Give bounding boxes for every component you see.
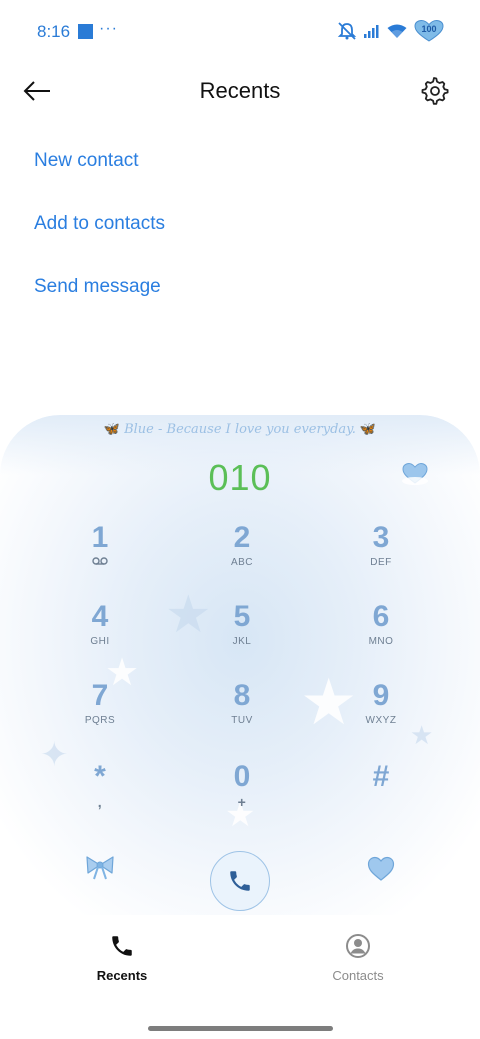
key-6[interactable]: 6 MNO [321,599,441,649]
key-letters: WXYZ [365,715,397,726]
key-letters: MNO [368,636,394,647]
key-digit: 6 [372,600,390,633]
bow-icon[interactable] [84,853,116,881]
banner-text: Blue - Because I love you everyday. [124,422,356,437]
call-button[interactable] [210,851,270,911]
key-letters: GHI [90,636,110,647]
key-5[interactable]: 5 JKL [182,599,302,649]
banner: 🦋 Blue - Because I love you everyday. 🦋 [0,422,480,437]
nav-contacts-tab[interactable]: Contacts [298,933,418,983]
key-digit: 2 [233,521,251,554]
butterfly-icon: 🦋 [103,422,121,437]
key-digit: 5 [233,600,251,633]
phone-icon [230,871,250,891]
phone-icon [112,936,132,956]
signal-icon [364,25,379,38]
key-hash[interactable]: # [321,759,441,795]
heart-cloud-icon[interactable] [400,461,430,487]
battery-heart-icon: 100 [414,19,444,42]
person-circle-icon [346,934,370,958]
key-9[interactable]: 9 WXYZ [321,678,441,728]
status-bar: 8:16 ··· 100 [0,0,480,64]
key-letters: PQRS [84,715,116,726]
new-contact-link[interactable]: New contact [34,150,139,172]
key-0[interactable]: 0 + [182,759,302,809]
nav-recents-label: Recents [96,968,148,983]
key-1[interactable]: 1 [40,520,160,571]
butterfly-icon: 🦋 [359,422,377,437]
home-indicator[interactable] [148,1026,333,1031]
header: Recents [0,64,480,120]
key-digit: 0 [233,760,251,793]
key-digit: 7 [91,679,109,712]
add-to-contacts-link[interactable]: Add to contacts [34,213,165,235]
heart-icon[interactable] [367,856,395,882]
key-8[interactable]: 8 TUV [182,678,302,728]
key-7[interactable]: 7 PQRS [40,678,160,728]
wifi-icon [387,24,407,38]
gear-icon [421,77,449,105]
key-digit: 1 [91,521,109,554]
key-digit: 4 [91,600,109,633]
key-3[interactable]: 3 DEF [321,520,441,570]
more-notifications-icon: ··· [99,20,118,37]
status-icons: 100 [337,19,444,42]
key-digit: 9 [372,679,390,712]
battery-level: 100 [421,24,437,34]
settings-button[interactable] [420,76,450,106]
key-digit: * [94,760,106,793]
key-star[interactable]: * , [40,759,160,809]
dialer-panel: ★ ★ ★ ★ ★ ✦ 🦋 Blue - Because I love you e… [0,415,480,915]
key-letters: TUV [231,715,253,726]
key-2[interactable]: 2 ABC [182,520,302,570]
nav-contacts-label: Contacts [332,968,384,983]
status-time: 8:16 [37,22,71,41]
key-letters: , [97,794,103,810]
key-letters: JKL [232,636,252,647]
key-4[interactable]: 4 GHI [40,599,160,649]
bottom-nav: Recents Contacts [0,915,480,995]
key-letters: ABC [230,557,254,568]
page-title: Recents [199,78,281,103]
notification-square-icon [78,24,93,39]
key-digit: # [372,760,390,793]
nav-recents-tab[interactable]: Recents [62,933,182,983]
key-letters: DEF [370,557,392,568]
mute-icon [337,22,357,40]
key-digit: 3 [372,521,390,554]
voicemail-icon [40,556,160,571]
send-message-link[interactable]: Send message [34,276,161,298]
key-letters: + [237,794,247,810]
key-digit: 8 [233,679,251,712]
